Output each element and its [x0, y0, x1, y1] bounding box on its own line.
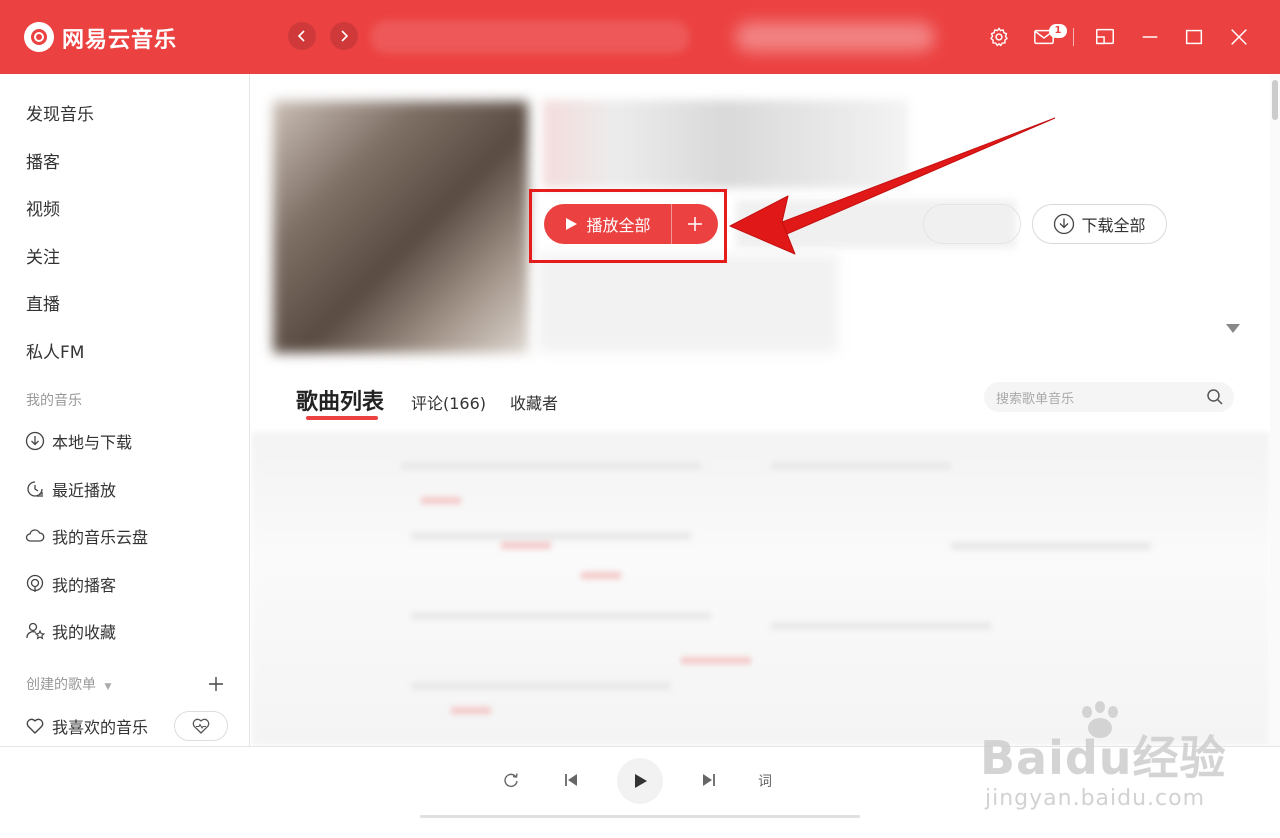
chevron-right-icon: [341, 30, 349, 42]
sidebar-item-label: 我的播客: [52, 576, 117, 595]
maximize-icon: [1185, 29, 1203, 45]
sidebar-item-recent[interactable]: 最近播放: [24, 477, 116, 501]
playlist-title-blurred: [543, 100, 908, 188]
playback-progress-bar[interactable]: [420, 815, 860, 818]
previous-track-button[interactable]: [560, 769, 582, 791]
sidebar-item-video[interactable]: 视频: [26, 195, 60, 220]
sidebar-item-label: 本地与下载: [52, 433, 133, 452]
chevron-left-icon: [297, 30, 305, 42]
sidebar-item-favorites[interactable]: 我的收藏: [24, 619, 116, 643]
netease-music-logo-icon[interactable]: [24, 22, 54, 52]
settings-button[interactable]: [986, 24, 1012, 50]
minimize-icon: [1142, 36, 1158, 38]
user-info-blurred[interactable]: [735, 22, 935, 52]
next-track-button[interactable]: [698, 769, 720, 791]
active-tab-indicator: [306, 416, 378, 420]
sidebar-item-label: 最近播放: [52, 481, 117, 500]
minimize-button[interactable]: [1137, 24, 1163, 50]
playlist-cover-image: [273, 101, 528, 353]
podcast-icon: [24, 573, 46, 595]
sidebar-item-live[interactable]: 直播: [26, 290, 60, 315]
sidebar-item-liked-music[interactable]: 我喜欢的音乐: [24, 714, 148, 738]
sidebar-item-label: 我喜欢的音乐: [52, 718, 149, 737]
scrollbar-thumb[interactable]: [1272, 80, 1278, 120]
app-title[interactable]: 网易云音乐: [62, 22, 177, 54]
main-scrollbar[interactable]: [1270, 74, 1280, 746]
close-icon: [1231, 29, 1247, 45]
playlist-page: 播放全部 下载全部 歌曲列表 评论(166) 收藏者 搜索歌单音乐: [251, 74, 1270, 746]
previous-icon: [565, 774, 577, 786]
sidebar-item-my-podcast[interactable]: 我的播客: [24, 572, 116, 596]
gear-icon: [990, 27, 1008, 47]
sidebar-item-label: 我的音乐云盘: [52, 528, 149, 547]
back-button[interactable]: [288, 22, 316, 50]
tab-collectors[interactable]: 收藏者: [510, 390, 558, 414]
sidebar-item-personal-fm[interactable]: 私人FM: [26, 338, 84, 363]
playlist-search-input[interactable]: 搜索歌单音乐: [984, 382, 1234, 412]
search-placeholder: 搜索歌单音乐: [996, 391, 1075, 407]
download-all-button[interactable]: 下载全部: [1032, 204, 1167, 244]
sidebar-item-podcast[interactable]: 播客: [26, 148, 60, 173]
expand-description-icon[interactable]: [1226, 324, 1240, 333]
sidebar-item-label: 我的收藏: [52, 623, 117, 642]
sidebar-item-cloud[interactable]: 我的音乐云盘: [24, 524, 148, 548]
heart-icon: [24, 715, 46, 737]
create-playlist-button[interactable]: [206, 674, 226, 694]
watermark-url: jingyan.baidu.com: [985, 786, 1206, 811]
sidebar-item-follow[interactable]: 关注: [26, 243, 60, 268]
sidebar: 发现音乐 播客 视频 关注 直播 私人FM 我的音乐 本地与下载 最近播放 我的…: [0, 74, 250, 746]
favorites-icon: [24, 620, 46, 642]
mini-mode-button[interactable]: [1092, 24, 1118, 50]
created-playlists-header[interactable]: 创建的歌单 ▼: [26, 674, 111, 694]
play-icon: [635, 774, 647, 788]
forward-button[interactable]: [330, 22, 358, 50]
heartbeat-icon: [192, 718, 210, 734]
cloud-icon: [24, 525, 46, 547]
play-pause-button[interactable]: [617, 758, 663, 804]
sidebar-item-discover[interactable]: 发现音乐: [26, 100, 94, 125]
titlebar-divider: [1073, 28, 1074, 46]
download-icon: [1054, 213, 1075, 235]
lyrics-button[interactable]: 词: [758, 771, 772, 791]
repeat-icon: [504, 773, 518, 787]
sidebar-item-local-download[interactable]: 本地与下载: [24, 429, 132, 453]
search-icon[interactable]: [1206, 388, 1224, 406]
maximize-button[interactable]: [1181, 24, 1207, 50]
song-list-blurred: [251, 432, 1270, 746]
search-box-blurred[interactable]: [370, 20, 690, 54]
download-icon: [24, 430, 46, 452]
share-button-blurred[interactable]: [923, 204, 1021, 244]
plus-icon: [209, 677, 223, 691]
my-music-header: 我的音乐: [26, 393, 82, 409]
repeat-mode-button[interactable]: [500, 769, 522, 791]
created-playlists-label: 创建的歌单: [26, 677, 96, 693]
caret-down-icon: ▼: [104, 682, 112, 692]
mail-badge: 1: [1049, 24, 1067, 38]
playlist-info-blurred: [538, 254, 838, 352]
next-icon: [703, 774, 715, 786]
clock-icon: [24, 478, 46, 500]
heartbeat-mode-button[interactable]: [174, 711, 228, 741]
annotation-highlight-box: [529, 189, 727, 263]
title-bar: 网易云音乐 1: [0, 0, 1280, 74]
watermark-brand: Baidu经验: [980, 731, 1227, 785]
download-all-label: 下载全部: [1081, 216, 1146, 235]
tab-comments[interactable]: 评论(166): [411, 390, 486, 414]
tab-song-list[interactable]: 歌曲列表: [296, 384, 384, 416]
close-button[interactable]: [1226, 24, 1252, 50]
mini-mode-icon: [1096, 28, 1114, 45]
